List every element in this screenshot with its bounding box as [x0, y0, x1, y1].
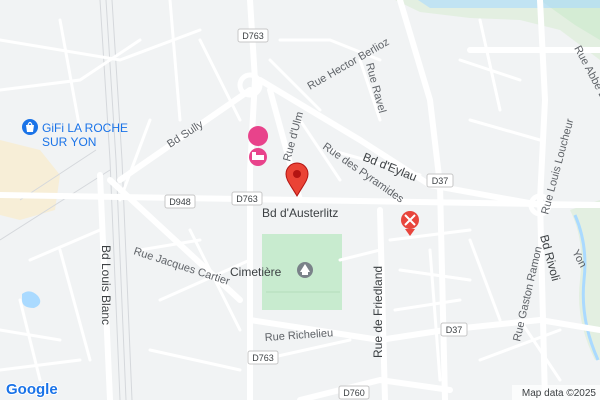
poi-cemetery-label: Cimetière: [230, 265, 282, 279]
label-rue-de-friedland: Rue de Friedland: [371, 266, 385, 358]
poi-gifi-label-line1: GiFi LA ROCHE: [42, 121, 128, 135]
svg-text:D948: D948: [169, 197, 191, 207]
poi-gifi-label-line2: SUR YON: [42, 135, 96, 149]
svg-text:D763: D763: [236, 194, 258, 204]
svg-text:D763: D763: [242, 31, 264, 41]
svg-text:D760: D760: [343, 388, 365, 398]
shield-d763-bottom: D763: [247, 350, 279, 365]
label-bd-daustertlitz: Bd d'Austerlitz: [262, 206, 338, 220]
map-canvas[interactable]: Bd Sully Rue Hector Berlioz Rue Ravel Ru…: [0, 0, 600, 400]
poi-cemetery[interactable]: Cimetière: [230, 262, 313, 279]
shield-d763-mid: D763: [231, 191, 263, 206]
svg-text:D37: D37: [432, 176, 449, 186]
svg-text:D37: D37: [446, 325, 463, 335]
shield-d760: D760: [338, 385, 370, 400]
shield-d948: D948: [164, 194, 196, 209]
map-view[interactable]: Bd Sully Rue Hector Berlioz Rue Ravel Ru…: [0, 0, 600, 400]
water-north: [418, 0, 600, 8]
label-bd-louis-blanc: Bd Louis Blanc: [99, 245, 113, 325]
shield-d37-east: D37: [426, 173, 454, 188]
svg-text:D763: D763: [252, 353, 274, 363]
shield-d763-top: D763: [237, 28, 269, 43]
shield-d37-south: D37: [440, 322, 468, 337]
svg-text:Google: Google: [6, 381, 58, 398]
map-data-attribution[interactable]: Map data ©2025: [522, 388, 597, 399]
google-logo[interactable]: Google: [5, 380, 59, 399]
